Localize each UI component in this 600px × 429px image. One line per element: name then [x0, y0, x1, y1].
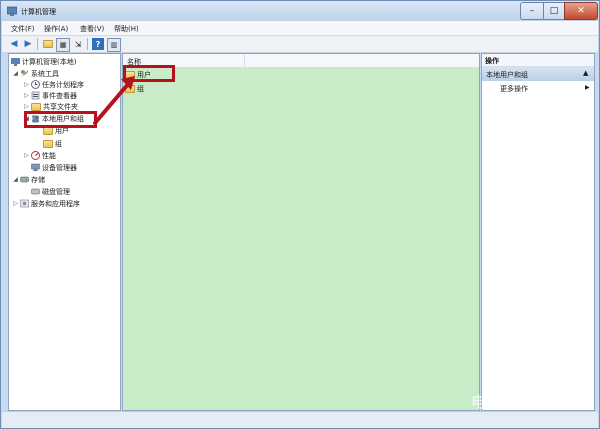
tree-label: 服务和应用程序 [31, 199, 80, 208]
collapse-icon[interactable]: ◢ [12, 176, 19, 183]
expand-icon[interactable]: ▷ [12, 200, 19, 207]
clock-icon [31, 80, 40, 89]
services-icon [20, 199, 29, 208]
minimize-icon: – [529, 6, 535, 16]
tree-label: 组 [55, 139, 62, 148]
toolbar-separator [37, 38, 38, 50]
forward-button[interactable]: ▶ [22, 38, 34, 50]
action-pane: 操作 本地用户和组 ▲ 更多操作 ▶ [481, 53, 595, 411]
collapse-up-icon: ▲ [583, 69, 589, 77]
tree-item-performance[interactable]: ▷ 性能 [23, 150, 56, 161]
tree-item-storage[interactable]: ◢ 存储 [12, 174, 45, 185]
tree-item-root[interactable]: 计算机管理(本地) [11, 56, 76, 67]
menu-help[interactable]: 帮助(H) [114, 24, 139, 34]
menu-view[interactable]: 查看(V) [80, 24, 104, 34]
close-button[interactable]: ✕ [564, 2, 598, 20]
highlight-box-local-users-groups [24, 111, 97, 128]
tree-item-event-viewer[interactable]: ▷ 事件查看器 [23, 90, 77, 101]
toolbar: ◀ ▶ ▦ ⇲ ? ▥ [2, 36, 598, 53]
maximize-button[interactable]: □ [543, 2, 565, 20]
tree-label: 性能 [42, 151, 56, 160]
show-hide-tree-button[interactable]: ▦ [56, 38, 70, 52]
forward-arrow-icon: ▶ [24, 39, 32, 49]
more-actions-label: 更多操作 [500, 85, 528, 93]
tree-item-groups[interactable]: 组 [43, 138, 62, 149]
help-button[interactable]: ? [92, 38, 104, 50]
show-hide-action-pane-button[interactable]: ▥ [107, 38, 121, 52]
menu-file[interactable]: 文件(F) [11, 24, 35, 34]
submenu-arrow-icon: ▶ [585, 84, 590, 91]
expand-icon[interactable]: ▷ [23, 152, 30, 159]
tree-label: 磁盘管理 [42, 187, 70, 196]
tools-icon [20, 69, 29, 78]
actions-section-local-users-groups[interactable]: 本地用户和组 ▲ [482, 67, 594, 81]
tree-item-device-manager[interactable]: 设备管理器 [31, 162, 77, 173]
back-button[interactable]: ◀ [8, 38, 20, 50]
expand-icon[interactable]: ▷ [23, 81, 30, 88]
toolbar-separator [87, 38, 88, 50]
computer-management-icon [6, 6, 18, 16]
tree-label: 系统工具 [31, 69, 59, 78]
maximize-icon: □ [549, 6, 559, 16]
more-actions-item[interactable]: 更多操作 ▶ [482, 82, 594, 94]
export-list-button[interactable]: ⇲ [72, 38, 84, 50]
folder-icon [43, 139, 53, 148]
help-icon: ? [95, 39, 101, 49]
menu-bar: 文件(F) 操作(A) 查看(V) 帮助(H) [2, 21, 598, 36]
collapse-icon[interactable]: ◢ [12, 70, 19, 77]
tree-item-task-scheduler[interactable]: ▷ 任务计划程序 [23, 79, 84, 90]
storage-icon [20, 175, 29, 184]
device-manager-icon [31, 163, 40, 172]
actions-header-label: 操作 [485, 57, 499, 65]
shared-folder-icon [31, 102, 41, 111]
computer-icon [11, 57, 20, 66]
status-bar [2, 411, 598, 428]
action-pane-icon: ▥ [110, 41, 118, 49]
up-folder-icon [43, 40, 53, 48]
tree-label: 设备管理器 [42, 163, 77, 172]
tree-label: 存储 [31, 175, 45, 184]
title-bar: 计算机管理 – □ ✕ [1, 1, 599, 21]
expand-icon[interactable]: ▷ [23, 92, 30, 99]
results-pane: 名称 用户 组 [122, 53, 480, 411]
disk-icon [31, 187, 40, 196]
pointer-arrow [93, 76, 135, 125]
tree-item-disk-management[interactable]: 磁盘管理 [31, 186, 70, 197]
up-level-button[interactable] [42, 38, 54, 50]
tree-label: 事件查看器 [42, 91, 77, 100]
name-column-header[interactable]: 名称 [123, 54, 479, 68]
back-arrow-icon: ◀ [10, 39, 18, 49]
tree-label: 任务计划程序 [42, 80, 84, 89]
actions-section-label: 本地用户和组 [486, 71, 528, 79]
window-title: 计算机管理 [21, 8, 56, 16]
performance-icon [31, 151, 40, 160]
tree-label: 共享文件夹 [43, 102, 78, 111]
tree-item-system-tools[interactable]: ◢ 系统工具 [12, 68, 59, 79]
computer-management-window: 计算机管理 – □ ✕ 文件(F) 操作(A) 查看(V) 帮助(H) ◀ ▶ … [0, 0, 600, 429]
actions-header: 操作 [482, 54, 594, 67]
tree-item-services-apps[interactable]: ▷ 服务和应用程序 [12, 198, 80, 209]
event-log-icon [31, 91, 40, 100]
console-tree-icon: ▦ [59, 41, 67, 49]
export-icon: ⇲ [74, 39, 82, 49]
minimize-button[interactable]: – [520, 2, 544, 20]
close-icon: ✕ [577, 6, 585, 16]
column-divider[interactable] [244, 54, 245, 67]
watermark: 电脑百事网 [471, 393, 552, 411]
expand-icon[interactable]: ▷ [23, 103, 30, 110]
tree-label: 计算机管理(本地) [22, 57, 77, 66]
menu-action[interactable]: 操作(A) [44, 24, 68, 34]
